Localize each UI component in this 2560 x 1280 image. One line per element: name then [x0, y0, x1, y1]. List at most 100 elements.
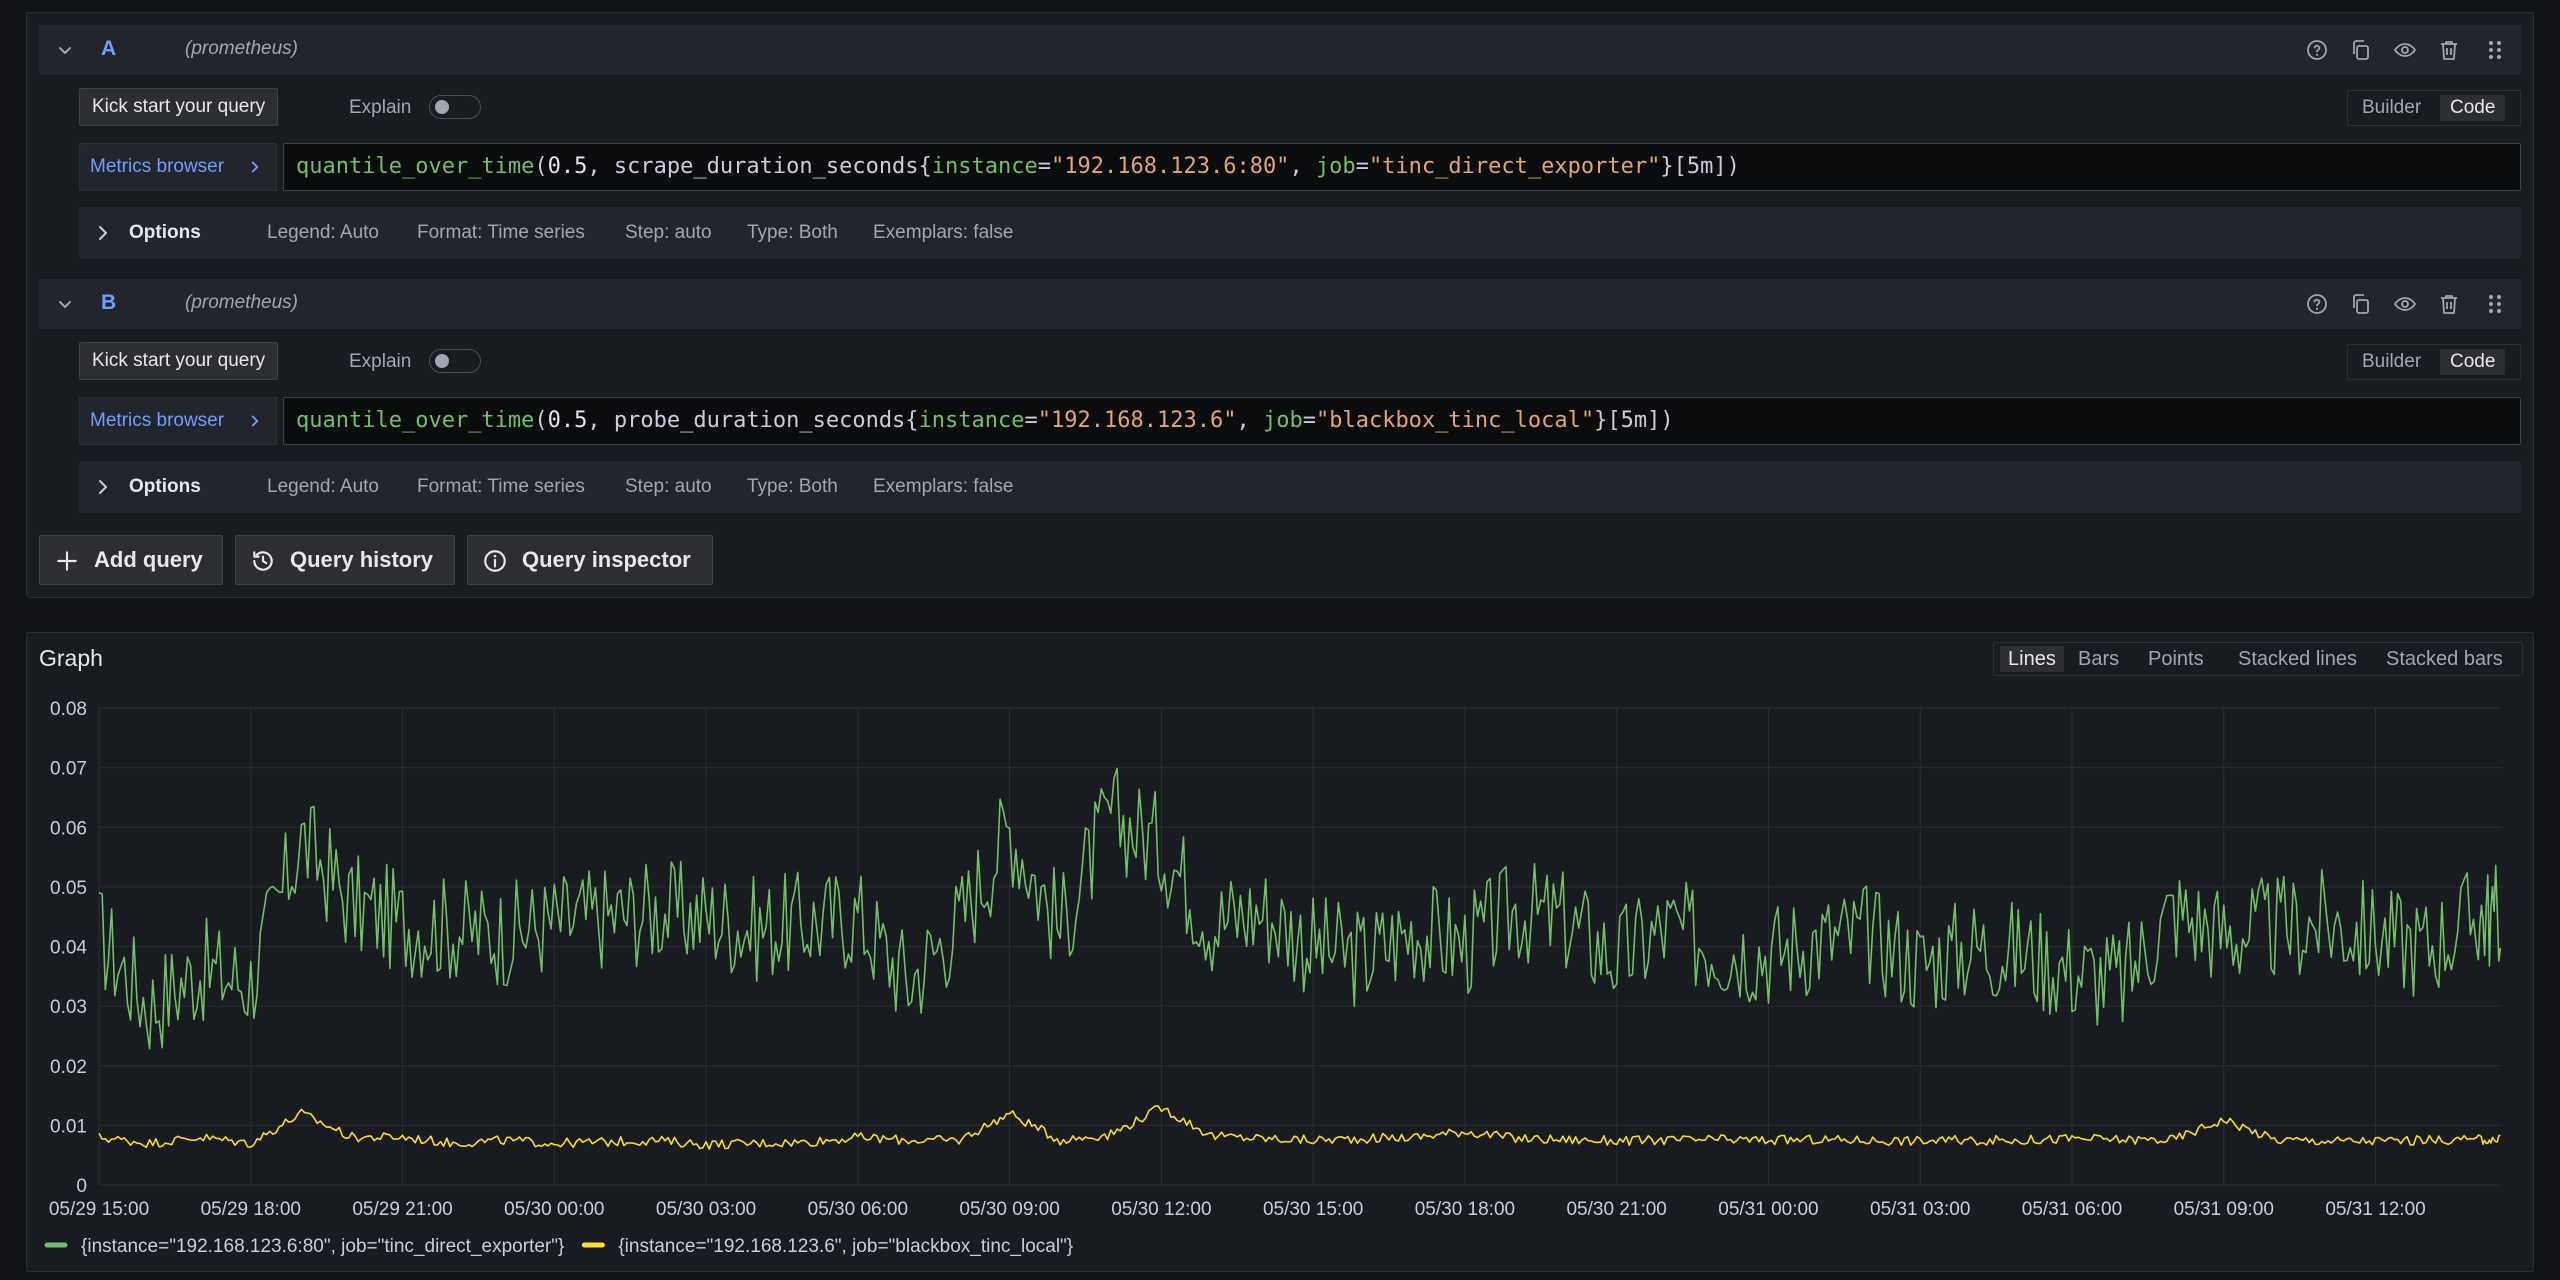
- datasource-name: (prometheus): [185, 292, 298, 313]
- toggle-knob: [435, 354, 449, 368]
- kick-start-button[interactable]: Kick start your query: [79, 88, 279, 126]
- expr-label-value: "192.168.123.6": [1037, 408, 1237, 433]
- help-icon[interactable]: [2305, 292, 2329, 316]
- builder-mode-button[interactable]: Builder: [2352, 349, 2431, 375]
- metrics-browser-button[interactable]: Metrics browser: [79, 397, 277, 445]
- y-tick-label: 0.08: [50, 699, 87, 720]
- toggle-knob: [435, 100, 449, 114]
- duplicate-icon[interactable]: [2349, 38, 2373, 62]
- help-icon[interactable]: [2305, 38, 2329, 62]
- x-tick-label: 05/31 12:00: [2325, 1199, 2425, 1220]
- expr-range: }[5m]): [1594, 408, 1674, 433]
- expr-range: }[5m]): [1660, 154, 1740, 179]
- trash-icon[interactable]: [2437, 292, 2461, 316]
- expr-label-value: "192.168.123.6:80": [1051, 154, 1290, 179]
- query-ref-id[interactable]: B: [101, 291, 116, 315]
- query-editor: A (prometheus) Kick start your query Exp…: [26, 12, 2534, 598]
- x-tick-label: 05/31 06:00: [2022, 1199, 2122, 1220]
- options-title[interactable]: Options: [129, 476, 201, 498]
- metrics-browser-label: Metrics browser: [90, 156, 225, 177]
- expr-function: quantile_over_time: [296, 154, 535, 179]
- x-tick-label: 05/31 03:00: [1870, 1199, 1970, 1220]
- x-tick-label: 05/30 00:00: [504, 1199, 604, 1220]
- expr-label-value: "tinc_direct_exporter": [1368, 154, 1661, 179]
- chevron-right-icon[interactable]: [91, 475, 115, 499]
- expr-separator: ,: [1236, 408, 1263, 433]
- expr-separator: ,: [1289, 154, 1316, 179]
- y-tick-label: 0: [76, 1176, 87, 1197]
- metrics-browser-button[interactable]: Metrics browser: [79, 143, 277, 191]
- trash-icon[interactable]: [2437, 38, 2461, 62]
- explain-toggle[interactable]: [429, 349, 481, 373]
- x-tick-label: 05/30 09:00: [959, 1199, 1059, 1220]
- expr-equals: =: [1355, 154, 1369, 179]
- datasource-name: (prometheus): [185, 38, 298, 59]
- chevron-down-icon[interactable]: [53, 38, 77, 62]
- y-tick-label: 0.05: [50, 878, 87, 899]
- y-tick-label: 0.02: [50, 1057, 87, 1078]
- history-icon: [253, 551, 273, 571]
- x-tick-label: 05/30 15:00: [1263, 1199, 1363, 1220]
- expr-function: quantile_over_time: [296, 408, 535, 433]
- expr-equals: =: [1302, 408, 1316, 433]
- x-tick-label: 05/30 21:00: [1566, 1199, 1666, 1220]
- drag-handle-icon[interactable]: [2483, 292, 2507, 316]
- expr-metric: , probe_duration_seconds{: [587, 408, 919, 433]
- add-query-button[interactable]: Add query: [39, 535, 223, 585]
- query-ref-id[interactable]: A: [101, 37, 116, 61]
- y-tick-label: 0.01: [50, 1116, 87, 1137]
- time-series-chart[interactable]: 0 0.01 0.02 0.03 0.04 0.05 0.06 0.07 0.08 05/29 1…: [27, 633, 2535, 1273]
- chevron-down-icon[interactable]: [53, 292, 77, 316]
- y-tick-label: 0.03: [50, 997, 87, 1018]
- options-title[interactable]: Options: [129, 222, 201, 244]
- code-mode-button[interactable]: Code: [2440, 95, 2506, 121]
- expr-label-key: job: [1315, 154, 1356, 179]
- expr-number: 0.5: [547, 408, 588, 433]
- query-code-editor[interactable]: quantile_over_time(0.5, scrape_duration_…: [283, 143, 2521, 191]
- series-line: [98, 1105, 2501, 1150]
- query-code-editor[interactable]: quantile_over_time(0.5, probe_duration_s…: [283, 397, 2521, 445]
- query-inspector-button[interactable]: Query inspector: [467, 535, 713, 585]
- explain-toggle[interactable]: [429, 95, 481, 119]
- y-tick-label: 0.04: [50, 938, 87, 959]
- x-tick-label: 05/31 09:00: [2174, 1199, 2274, 1220]
- expr-label-key: job: [1262, 408, 1303, 433]
- x-tick-label: 05/30 03:00: [656, 1199, 756, 1220]
- expr-paren: (: [534, 408, 548, 433]
- builder-mode-button[interactable]: Builder: [2352, 95, 2431, 121]
- query-header-b: B (prometheus): [39, 279, 2521, 329]
- chevron-right-icon[interactable]: [91, 221, 115, 245]
- metrics-browser-label: Metrics browser: [90, 410, 225, 431]
- expr-label-value: "blackbox_tinc_local": [1315, 408, 1595, 433]
- expr-equals: =: [1037, 154, 1052, 179]
- x-tick-label: 05/30 12:00: [1111, 1199, 1211, 1220]
- eye-icon[interactable]: [2393, 292, 2417, 316]
- duplicate-icon[interactable]: [2349, 292, 2373, 316]
- query-inspector-label: Query inspector: [522, 547, 691, 572]
- x-tick-label: 05/30 06:00: [808, 1199, 908, 1220]
- explain-label: Explain: [349, 351, 412, 372]
- y-tick-label: 0.06: [50, 818, 87, 839]
- option-format: Format: Time series: [417, 476, 585, 497]
- legend-label: {instance="192.168.123.6", job="blackbox…: [618, 1236, 1073, 1257]
- query-options-row[interactable]: Options Legend: Auto Format: Time series…: [79, 461, 2521, 513]
- option-type: Type: Both: [747, 476, 838, 497]
- add-query-label: Add query: [94, 547, 203, 572]
- editor-mode-switch: Builder Code: [2347, 90, 2521, 126]
- x-tick-label: 05/29 15:00: [49, 1199, 149, 1220]
- eye-icon[interactable]: [2393, 38, 2417, 62]
- option-legend: Legend: Auto: [267, 476, 379, 497]
- graph-panel: Graph Lines Bars Points Stacked lines St…: [26, 632, 2534, 1272]
- query-options-row[interactable]: Options Legend: Auto Format: Time series…: [79, 207, 2521, 259]
- drag-handle-icon[interactable]: [2483, 38, 2507, 62]
- expr-paren: (: [534, 154, 548, 179]
- kick-start-button[interactable]: Kick start your query: [79, 342, 279, 380]
- option-legend: Legend: Auto: [267, 222, 379, 243]
- code-mode-button[interactable]: Code: [2440, 349, 2506, 375]
- query-history-label: Query history: [290, 547, 434, 572]
- expr-metric: , scrape_duration_seconds{: [587, 154, 932, 179]
- info-icon: [484, 550, 506, 572]
- query-history-button[interactable]: Query history: [235, 535, 455, 585]
- series-line: [98, 767, 2502, 1050]
- query-header-a: A (prometheus): [39, 25, 2521, 75]
